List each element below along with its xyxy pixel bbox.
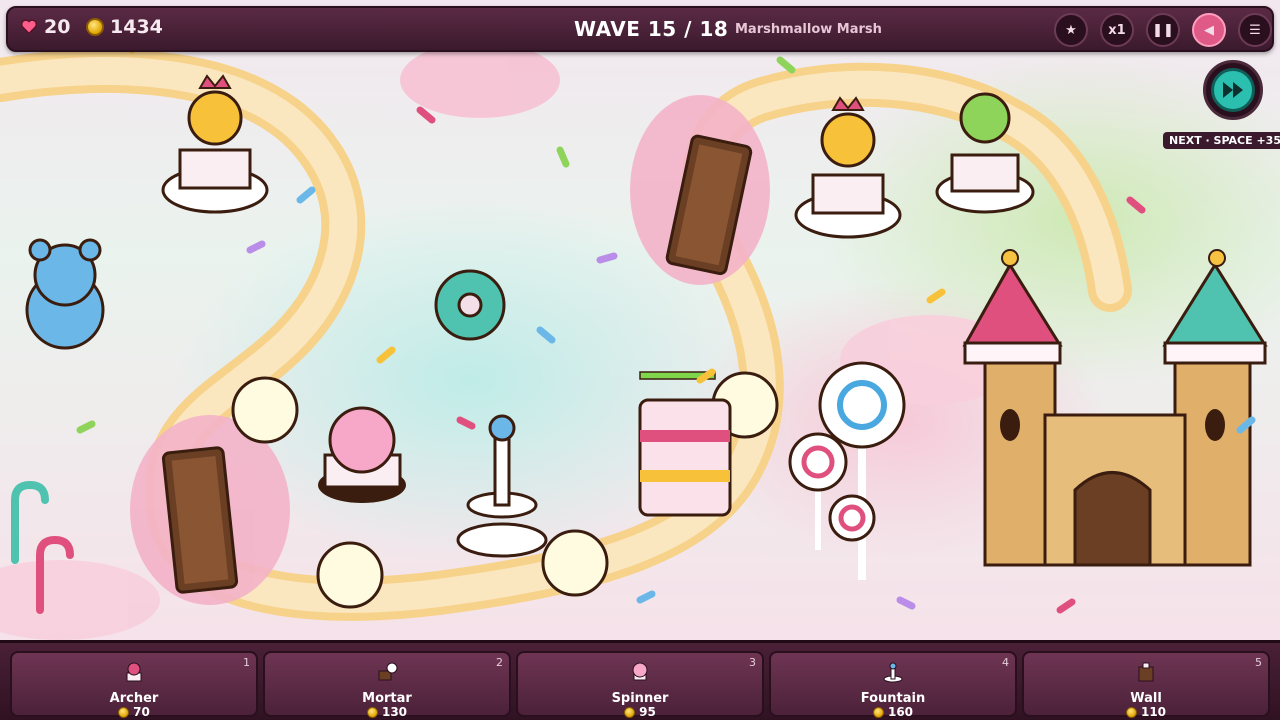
- tower-bar: 1 Archer 70 2 Mortar 130 3 Spinner 95 4: [0, 640, 1280, 720]
- fast-forward-face: [1211, 68, 1255, 112]
- menu-icon: ☰: [1249, 22, 1261, 38]
- cost-value: 160: [887, 705, 914, 719]
- cost-value: 110: [1140, 705, 1167, 719]
- tower-cost: 130: [265, 705, 509, 719]
- level-name: Marshmallow Marsh: [735, 22, 882, 37]
- lives-counter: 20: [20, 16, 70, 38]
- hotkey: 2: [496, 656, 503, 669]
- next-wave-button[interactable]: [1203, 60, 1263, 120]
- hotkey: 3: [749, 656, 756, 669]
- tower-cost: 70: [12, 705, 256, 719]
- archer-icon: [126, 662, 142, 682]
- coin-icon: [1125, 706, 1137, 718]
- tower-slot-archer[interactable]: 1 Archer 70: [10, 651, 258, 719]
- cost-value: 70: [133, 705, 150, 719]
- lives-value: 20: [44, 16, 71, 38]
- hotkey: 4: [1002, 656, 1009, 669]
- heart-icon: [21, 19, 37, 35]
- coin-icon: [86, 18, 104, 36]
- cost-value: 95: [639, 705, 656, 719]
- wall-icon: [1138, 662, 1154, 682]
- next-wave-hint: NEXT · SPACE +35: [1163, 132, 1280, 149]
- tower-name: Mortar: [362, 691, 412, 706]
- chocolate-bridge-left: [161, 446, 239, 594]
- pause-button[interactable]: ❚❚: [1146, 13, 1180, 47]
- enemy-bear: [25, 238, 105, 350]
- tower-fountain: [456, 414, 548, 558]
- coin-icon: [872, 706, 884, 718]
- wave-indicator: WAVE 15 / 18: [574, 17, 729, 41]
- tower-cost: 95: [518, 705, 762, 719]
- tower-name: Wall: [1130, 691, 1162, 706]
- menu-button[interactable]: ☰: [1238, 13, 1272, 47]
- tower-name: Spinner: [611, 691, 669, 706]
- star-button[interactable]: ★: [1054, 13, 1088, 47]
- game-field[interactable]: [0, 0, 1280, 640]
- tower-slot-spinner[interactable]: 3 Spinner 95: [516, 651, 764, 719]
- gold-value: 1434: [110, 16, 163, 38]
- tower-cost: 110: [1024, 705, 1268, 719]
- star-icon: ★: [1065, 22, 1077, 38]
- tower-slot-fountain[interactable]: 4 Fountain 160: [769, 651, 1017, 719]
- speaker-icon: ◀: [1204, 22, 1214, 38]
- enemy-donut: [434, 269, 506, 341]
- top-hud: 20 1434 WAVE 15 / 18 Marshmallow Marsh ★…: [6, 6, 1274, 52]
- sound-button[interactable]: ◀: [1192, 13, 1226, 47]
- speed-label: x1: [1108, 22, 1126, 38]
- cost-value: 130: [381, 705, 408, 719]
- speed-button[interactable]: x1: [1100, 13, 1134, 47]
- tower-cost: 160: [771, 705, 1015, 719]
- tower-spinner: [318, 406, 406, 503]
- hotkey: 5: [1255, 656, 1262, 669]
- hotkey: 1: [243, 656, 250, 669]
- coin-icon: [624, 706, 636, 718]
- spinner-icon: [632, 662, 648, 681]
- enemy-gumball-1: [231, 376, 299, 444]
- fast-forward-icon: [1223, 82, 1243, 98]
- tower-slot-wall[interactable]: 5 Wall 110: [1022, 651, 1270, 719]
- coin-icon: [366, 706, 378, 718]
- tower-name: Archer: [109, 691, 159, 706]
- mortar-icon: [378, 662, 398, 681]
- tower-name: Fountain: [860, 691, 926, 706]
- tower-slot-mortar[interactable]: 2 Mortar 130: [263, 651, 511, 719]
- gold-counter: 1434: [86, 16, 163, 38]
- enemy-gumball-3: [541, 529, 609, 597]
- tower-archer-2: [794, 96, 902, 239]
- enemy-gumball-2: [316, 541, 384, 609]
- lollipop-small-2: [828, 494, 876, 542]
- coin-icon: [118, 706, 130, 718]
- fountain-icon: [883, 662, 903, 683]
- map-canvas: [0, 36, 1268, 640]
- pause-icon: ❚❚: [1152, 22, 1174, 38]
